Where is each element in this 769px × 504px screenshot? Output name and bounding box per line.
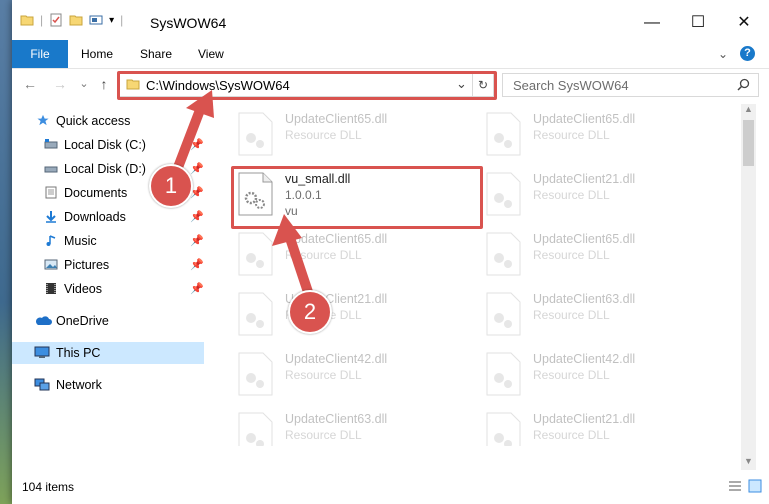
arrow-2-head	[272, 214, 302, 246]
step-1-badge: 1	[149, 164, 193, 208]
annotation-arrows	[172, 90, 313, 294]
step-2-badge: 2	[288, 290, 332, 334]
arrow-2	[285, 236, 313, 294]
arrow-1	[172, 108, 205, 172]
